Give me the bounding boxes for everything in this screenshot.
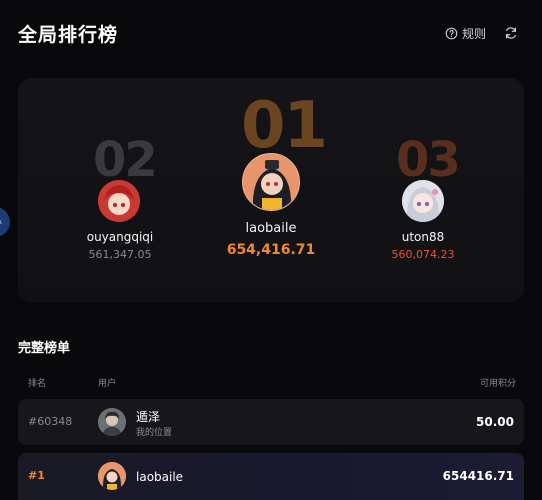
help-circle-icon [445, 27, 458, 40]
podium-rank-2: 02 [93, 132, 158, 188]
table-row[interactable]: #1 laobaile 654416.71 [18, 453, 524, 500]
podium-name-1: laobaile [245, 221, 297, 236]
podium-rank-1: 01 [241, 89, 328, 163]
refresh-icon [506, 27, 516, 39]
anime-silver-hair-avatar [402, 180, 444, 222]
avatar [98, 408, 126, 436]
row-username: laobaile [136, 470, 184, 484]
page-title: 全局排行榜 [18, 24, 119, 46]
anime-dark-hair-avatar [98, 462, 126, 490]
rules-button[interactable]: 规则 [445, 25, 486, 42]
row-score: 50.00 [476, 415, 514, 429]
my-position-row[interactable]: #60348 遁泽 我的位置 50.00 [18, 399, 524, 445]
podium-score-2: 561,347.05 [88, 248, 152, 261]
row-rank: #1 [28, 469, 45, 482]
podium-name-2: ouyangqiqi [86, 230, 154, 244]
podium-score-1: 654,416.71 [226, 242, 316, 258]
avatar [98, 462, 126, 490]
column-header-user: 用户 [98, 379, 117, 389]
row-score: 654416.71 [442, 469, 514, 483]
section-title: 完整榜单 [18, 341, 71, 356]
row-rank: #60348 [28, 415, 73, 428]
podium-name-3: uton88 [401, 230, 445, 244]
avatar[interactable] [98, 180, 140, 222]
avatar[interactable] [242, 153, 300, 211]
header: 全局排行榜 规则 [0, 0, 542, 66]
avatar[interactable] [402, 180, 444, 222]
podium-rank-3: 03 [396, 132, 461, 188]
podium-score-3: 560,074.23 [391, 248, 455, 261]
anime-red-hair-avatar [98, 180, 140, 222]
side-float-button[interactable]: A [0, 207, 10, 237]
row-subtitle: 我的位置 [136, 428, 173, 438]
anime-dark-hair-avatar [243, 154, 299, 210]
row-username: 遁泽 [136, 410, 161, 424]
column-header-rank: 排名 [28, 379, 47, 389]
refresh-button[interactable] [504, 25, 520, 41]
user-photo-avatar [98, 408, 126, 436]
rules-label: 规则 [462, 27, 487, 41]
column-header-score: 可用积分 [480, 379, 517, 389]
